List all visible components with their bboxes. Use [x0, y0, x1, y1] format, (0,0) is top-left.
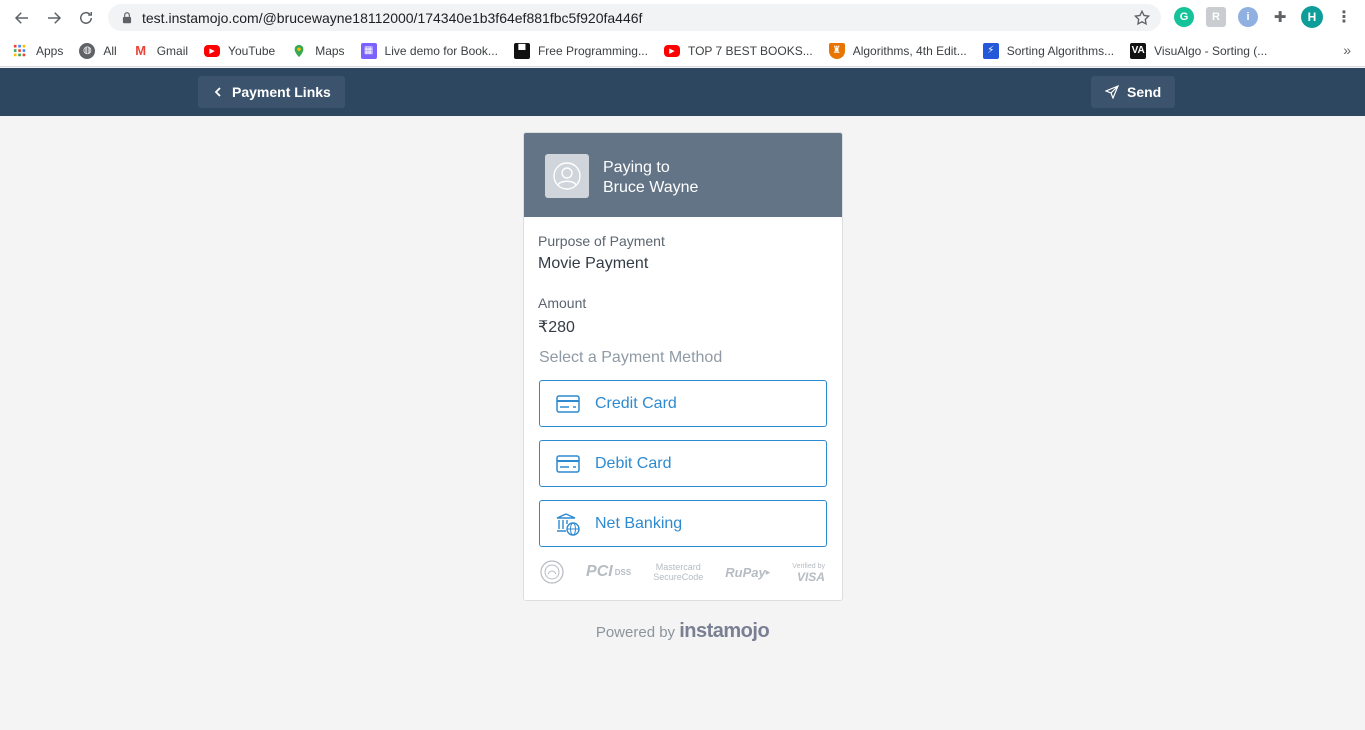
send-button-label: Send	[1127, 84, 1162, 100]
debit-card-label: Debit Card	[595, 454, 672, 472]
bookmark-star-icon[interactable]	[1133, 9, 1151, 27]
maps-pin-icon	[291, 43, 307, 59]
bookmark-free-programming[interactable]: ▀ Free Programming...	[513, 42, 648, 59]
net-banking-label: Net Banking	[595, 514, 683, 532]
payee-avatar	[545, 154, 589, 198]
bookmark-apps[interactable]: Apps	[12, 43, 63, 59]
payee-info: Paying to Bruce Wayne	[603, 158, 698, 198]
back-arrow-icon[interactable]	[6, 2, 38, 34]
visa-line2: VISA	[796, 570, 825, 584]
lock-icon	[122, 11, 132, 23]
payment-details: Purpose of Payment Movie Payment Amount …	[524, 217, 842, 584]
mastercard-line1: Mastercard	[655, 562, 701, 572]
send-button[interactable]: Send	[1091, 76, 1176, 108]
chevron-left-icon	[214, 87, 221, 97]
bookmark-live-demo[interactable]: ▦ Live demo for Book...	[360, 42, 498, 59]
pci-text: PCI	[586, 563, 613, 580]
app-header: Payment Links Send	[0, 68, 1365, 116]
shield-icon: ♜	[828, 42, 845, 59]
pci-dss-text: DSS	[614, 567, 632, 577]
purpose-label: Purpose of Payment	[538, 233, 665, 249]
bookmark-label: YouTube	[228, 43, 276, 58]
credit-card-button[interactable]: Credit Card	[539, 380, 827, 427]
paying-to-label: Paying to	[603, 159, 670, 176]
mastercard-securecode-badge: Mastercard SecureCode	[653, 562, 703, 582]
rupay-badge: RuPay ▸	[725, 564, 771, 580]
mastercard-line2: SecureCode	[653, 572, 704, 582]
bookmark-label: All	[103, 43, 117, 58]
bookmark-maps[interactable]: Maps	[291, 43, 345, 59]
apps-grid-icon	[12, 43, 28, 59]
bookmark-label: Gmail	[156, 43, 189, 58]
extensions-puzzle-icon[interactable]: ✚	[1270, 7, 1290, 27]
rupay-text: RuPay	[725, 564, 766, 580]
youtube-icon: ▶	[663, 44, 680, 57]
gmail-icon: M	[135, 43, 147, 58]
bookmarks-bar: Apps ◍ All M Gmail ▶ YouTube Maps ▦ Live…	[0, 35, 1365, 67]
payee-header: Paying to Bruce Wayne	[524, 133, 842, 217]
powered-by: Powered by instamojo	[0, 620, 1365, 643]
net-banking-button[interactable]: Net Banking	[539, 500, 827, 547]
square-logo-icon: ▀	[513, 42, 530, 59]
credit-card-label: Credit Card	[595, 394, 677, 412]
send-icon	[1105, 85, 1119, 99]
globe-icon: ◍	[79, 42, 96, 59]
pci-dss-badge: PCI DSS	[586, 563, 631, 581]
grammarly-extension-icon[interactable]: G	[1174, 7, 1194, 27]
powered-by-label: Powered by	[595, 624, 676, 641]
bookmark-youtube[interactable]: ▶ YouTube	[204, 44, 275, 58]
bookmark-gmail[interactable]: M Gmail	[133, 43, 188, 59]
bookmark-label: Free Programming...	[537, 43, 648, 58]
calendar-icon: ▦	[360, 42, 377, 59]
purpose-value: Movie Payment	[538, 255, 649, 272]
bookmarks-overflow-icon[interactable]: »	[1343, 42, 1351, 58]
credit-card-icon	[556, 394, 580, 413]
instamojo-logo[interactable]: instamojo	[679, 620, 769, 642]
bookmark-visualgo[interactable]: VA VisuAlgo - Sorting (...	[1130, 42, 1268, 59]
payment-links-back-button[interactable]: Payment Links	[198, 76, 345, 108]
bookmark-label: Algorithms, 4th Edit...	[852, 43, 967, 58]
bookmark-label: TOP 7 BEST BOOKS...	[687, 43, 813, 58]
bookmark-label: VisuAlgo - Sorting (...	[1154, 43, 1268, 58]
browser-toolbar: test.instamojo.com/@brucewayne18112000/1…	[0, 0, 1365, 35]
bookmark-label: Live demo for Book...	[384, 43, 498, 58]
security-badges: PCI DSS Mastercard SecureCode RuPay ▸ Ver…	[538, 560, 827, 584]
payment-card: Paying to Bruce Wayne Purpose of Payment…	[523, 132, 843, 601]
user-icon	[553, 162, 581, 190]
amount-number: 280	[548, 319, 575, 336]
visualgo-icon: VA	[1130, 42, 1147, 59]
bookmark-label: Apps	[36, 43, 64, 58]
payee-name: Bruce Wayne	[603, 179, 699, 196]
bookmark-algorithms[interactable]: ♜ Algorithms, 4th Edit...	[828, 42, 967, 59]
extension-blue-icon[interactable]: i	[1238, 7, 1258, 27]
amount-value: ₹280	[538, 317, 827, 337]
bank-globe-icon	[556, 512, 580, 536]
verified-by-visa-badge: Verified by VISA	[792, 561, 825, 583]
back-button-label: Payment Links	[232, 84, 331, 100]
rbi-seal-icon	[540, 560, 564, 584]
address-bar[interactable]: test.instamojo.com/@brucewayne18112000/1…	[108, 4, 1161, 31]
select-method-label: Select a Payment Method	[539, 349, 723, 366]
forward-arrow-icon[interactable]	[38, 2, 70, 34]
bookmark-all[interactable]: ◍ All	[79, 42, 117, 59]
debit-card-icon	[556, 454, 580, 473]
extension-grey-icon[interactable]: R	[1206, 7, 1226, 27]
amount-label: Amount	[538, 295, 587, 311]
bookmark-label: Maps	[315, 43, 345, 58]
bookmark-sorting-algorithms[interactable]: ⚡ Sorting Algorithms...	[982, 42, 1115, 59]
bookmark-label: Sorting Algorithms...	[1006, 43, 1115, 58]
rupee-symbol: ₹	[538, 319, 549, 336]
youtube-icon: ▶	[204, 44, 221, 57]
address-url: test.instamojo.com/@brucewayne18112000/1…	[142, 9, 643, 26]
profile-avatar[interactable]: H	[1301, 6, 1323, 28]
bookmark-blue-icon: ⚡	[982, 42, 999, 59]
reload-icon[interactable]	[70, 2, 102, 34]
debit-card-button[interactable]: Debit Card	[539, 440, 827, 487]
browser-menu-icon[interactable]: ⋮	[1334, 7, 1354, 27]
bookmark-top-7-books[interactable]: ▶ TOP 7 BEST BOOKS...	[663, 43, 813, 58]
